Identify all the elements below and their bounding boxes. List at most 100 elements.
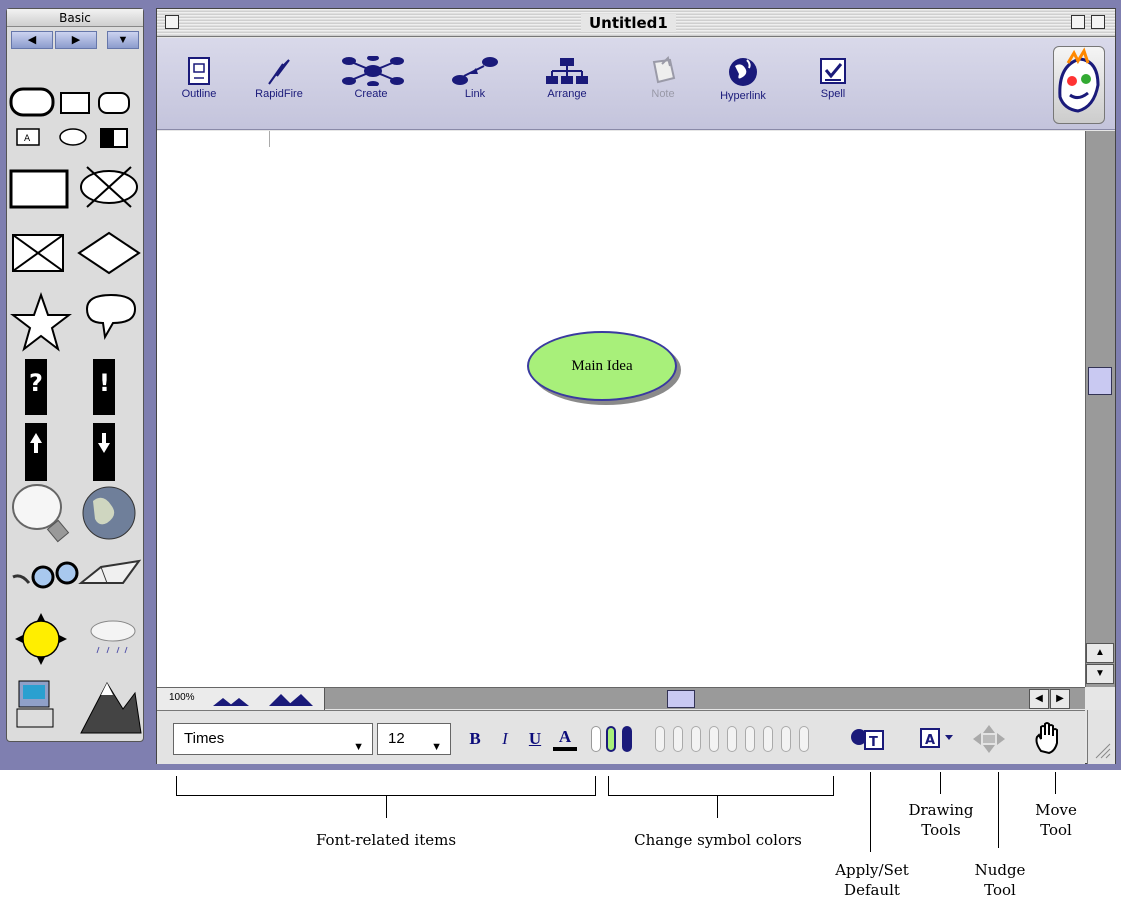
horizontal-scroll-thumb[interactable] <box>667 690 695 708</box>
outline-icon <box>188 57 210 85</box>
drawing-tools-icon[interactable]: A <box>919 725 963 753</box>
color-swatch[interactable] <box>655 726 665 752</box>
palette-title: Basic <box>7 9 143 27</box>
font-dropdown[interactable]: Times ▼ <box>173 723 373 755</box>
drawing-tools-line2: Tools <box>921 821 961 839</box>
fill-color-swatch[interactable] <box>606 726 616 752</box>
border-color-swatch[interactable] <box>622 726 632 752</box>
large-rect-symbol[interactable] <box>9 169 69 209</box>
palette-prev-button[interactable]: ◀ <box>11 31 53 49</box>
drawing-tools-label: Drawing Tools <box>888 800 994 840</box>
collapse-box[interactable] <box>1091 15 1105 29</box>
apply-default-line1: Apply/Set <box>835 861 909 879</box>
palette-next-button[interactable]: ▶ <box>55 31 97 49</box>
diamond-symbol[interactable] <box>77 231 141 275</box>
note-label: Note <box>651 88 675 100</box>
main-idea-symbol[interactable]: Main Idea <box>527 331 677 401</box>
speech-bubble-symbol[interactable] <box>85 293 137 341</box>
arrange-button[interactable]: Arrange <box>537 56 597 114</box>
outline-label: Outline <box>181 88 217 100</box>
resize-grip-icon <box>1095 743 1111 759</box>
color-swatch[interactable] <box>727 726 737 752</box>
font-size-dropdown[interactable]: 12 ▼ <box>377 723 451 755</box>
title-bar[interactable]: Untitled1 <box>157 9 1115 37</box>
resize-grip[interactable] <box>1087 710 1115 764</box>
apply-default-label: Apply/Set Default <box>812 860 932 900</box>
question-symbol[interactable]: ? <box>25 359 47 415</box>
palette-panel: Basic ◀ ▶ ▼ A ? ! <box>6 8 144 742</box>
half-shaded-rect-symbol[interactable] <box>100 128 128 148</box>
apply-default-icon[interactable]: T <box>849 725 887 753</box>
zoom-box[interactable] <box>1071 15 1085 29</box>
rapidfire-icon <box>268 59 290 85</box>
rounded-rect-symbol[interactable] <box>9 87 55 117</box>
color-swatch[interactable] <box>745 726 755 752</box>
text-box-symbol[interactable]: A <box>16 128 40 146</box>
font-items-bracket <box>176 776 596 796</box>
text-color-button[interactable]: A <box>553 725 577 751</box>
oval-symbol[interactable] <box>59 128 87 146</box>
crossed-oval-symbol[interactable] <box>80 166 138 208</box>
vertical-scroll-thumb[interactable] <box>1088 367 1112 395</box>
color-swatch[interactable] <box>781 726 791 752</box>
down-arrow-symbol[interactable] <box>93 423 115 481</box>
up-arrow-symbol[interactable] <box>25 423 47 481</box>
scroll-down-arrow[interactable]: ▼ <box>1086 664 1114 684</box>
italic-button[interactable]: I <box>493 725 517 753</box>
svg-text:?: ? <box>29 369 43 397</box>
rapidfire-button[interactable]: RapidFire <box>249 56 309 114</box>
rect-symbol[interactable] <box>60 92 90 114</box>
underline-button[interactable]: U <box>523 725 547 753</box>
color-swatch[interactable] <box>691 726 701 752</box>
color-swatch[interactable] <box>799 726 809 752</box>
lightbulb-symbol[interactable] <box>12 484 70 543</box>
color-swatch[interactable] <box>673 726 683 752</box>
chevron-down-icon: ▼ <box>353 741 364 753</box>
drawing-tools-line1: Drawing <box>908 801 974 819</box>
zoom-control[interactable]: 100% <box>157 688 325 710</box>
rain-cloud-symbol[interactable] <box>90 620 136 654</box>
sun-symbol[interactable] <box>15 613 67 665</box>
arrange-icon <box>546 58 588 84</box>
move-tool-pointer <box>1055 772 1056 794</box>
scroll-up-arrow[interactable]: ▲ <box>1086 643 1114 663</box>
vertical-scrollbar[interactable]: ▲ ▼ <box>1085 131 1115 687</box>
note-button[interactable]: Note <box>633 56 693 114</box>
close-box[interactable] <box>165 15 179 29</box>
exclamation-symbol[interactable]: ! <box>93 359 115 415</box>
crossed-rect-symbol[interactable] <box>12 234 64 272</box>
spell-button[interactable]: Spell <box>803 56 863 114</box>
rounded-rect-small-symbol[interactable] <box>98 92 130 114</box>
computer-symbol[interactable] <box>16 680 54 728</box>
apply-default-pointer <box>870 772 871 852</box>
toolbar: Outline RapidFire Create Link Arrange No… <box>157 38 1115 130</box>
palette-menu-button[interactable]: ▼ <box>107 31 139 49</box>
horizontal-scrollbar[interactable]: 100% ◀ ▶ <box>157 687 1085 710</box>
nudge-tool-icon[interactable] <box>971 723 1007 755</box>
symbol-palette: Basic ◀ ▶ ▼ A ? ! <box>0 0 150 770</box>
scroll-left-arrow[interactable]: ◀ <box>1029 689 1049 709</box>
create-icon <box>342 56 404 86</box>
create-button[interactable]: Create <box>341 56 404 114</box>
outline-button[interactable]: Outline <box>169 56 229 114</box>
hyperlink-icon <box>729 58 757 86</box>
palette-nav: ◀ ▶ ▼ <box>11 31 139 49</box>
line-color-swatch[interactable] <box>591 726 601 752</box>
hyperlink-button[interactable]: Hyperlink <box>713 56 773 114</box>
map-canvas[interactable]: Main Idea <box>157 131 1085 687</box>
scroll-right-arrow[interactable]: ▶ <box>1050 689 1070 709</box>
bold-button[interactable]: B <box>463 725 487 753</box>
star-symbol[interactable] <box>10 291 72 352</box>
color-swatch[interactable] <box>763 726 773 752</box>
eyeglasses-symbol[interactable] <box>12 561 79 589</box>
move-tool-icon[interactable] <box>1031 721 1065 755</box>
zoom-mountains-icon[interactable] <box>209 692 321 708</box>
color-swatch[interactable] <box>709 726 719 752</box>
mountain-symbol[interactable] <box>80 681 142 734</box>
globe-symbol[interactable] <box>82 486 136 540</box>
link-button[interactable]: Link <box>445 56 505 114</box>
window-title: Untitled1 <box>581 14 676 32</box>
arrange-label: Arrange <box>547 88 587 100</box>
book-symbol[interactable] <box>78 559 142 584</box>
colors-pointer <box>717 796 718 818</box>
